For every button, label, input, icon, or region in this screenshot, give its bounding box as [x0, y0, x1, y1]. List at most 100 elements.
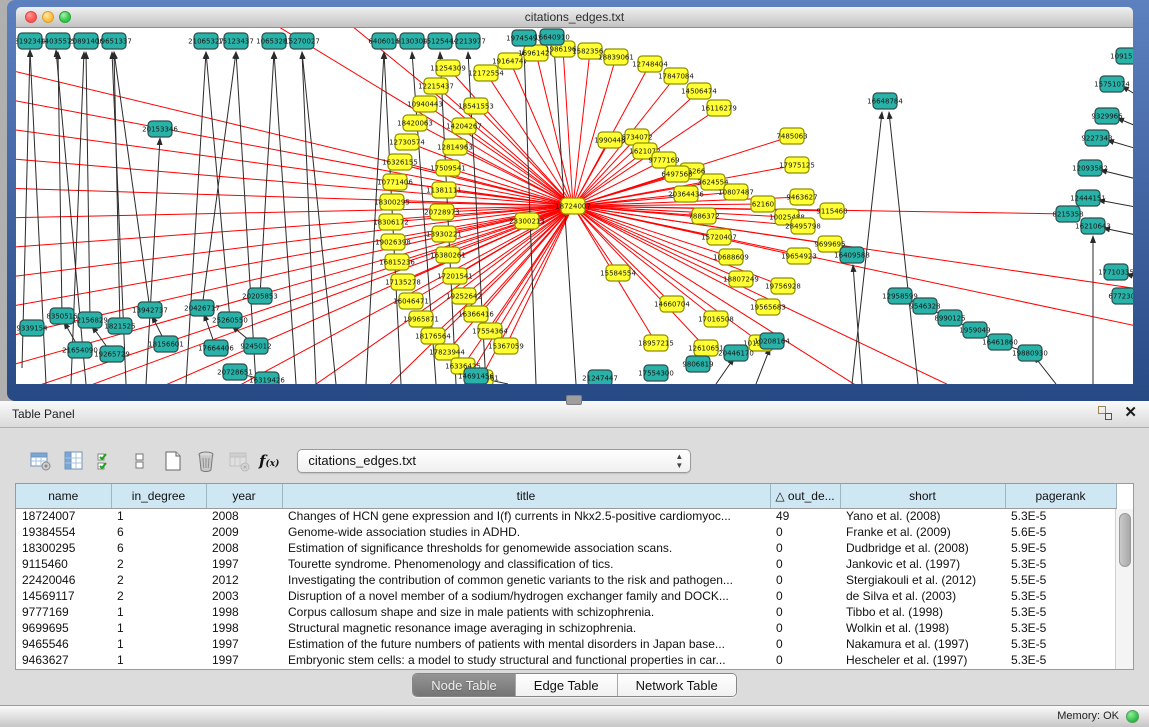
show-columns-icon[interactable]	[61, 448, 87, 474]
graph-node[interactable]: 13930221	[426, 226, 462, 242]
graph-node[interactable]: 17201541	[437, 268, 473, 284]
tab-edge-table[interactable]: Edge Table	[515, 674, 617, 696]
table-row[interactable]: 969969511998Structural magnetic resonanc…	[16, 620, 1116, 636]
graph-node[interactable]: 9115460	[816, 203, 847, 219]
graph-node[interactable]: 16046471	[393, 293, 429, 309]
graph-node[interactable]: 16815236	[379, 254, 415, 270]
graph-node[interactable]: 17554300	[638, 365, 674, 381]
graph-node[interactable]: 18957215	[638, 335, 674, 351]
graph-node[interactable]: 21654090	[62, 342, 98, 358]
row-toggle-icon[interactable]	[127, 448, 153, 474]
graph-node[interactable]: 8990125	[934, 310, 965, 326]
graph-node[interactable]: 13942737	[132, 302, 168, 318]
column-header-year[interactable]: year	[206, 484, 282, 508]
table-row[interactable]: 911546021997Tourette syndrome. Phenomeno…	[16, 556, 1116, 572]
graph-node[interactable]: 9339154	[16, 320, 48, 336]
graph-node[interactable]: 12213977	[450, 33, 486, 49]
graph-node[interactable]: 19756928	[765, 278, 801, 294]
graph-node[interactable]: 14506474	[681, 83, 717, 99]
graph-node[interactable]: 7886372	[688, 208, 719, 224]
graph-node[interactable]: 17710335	[1098, 264, 1133, 280]
graph-node[interactable]: 17975125	[779, 157, 815, 173]
graph-node[interactable]: 19026398	[375, 234, 411, 250]
graph-node[interactable]: 15720407	[701, 229, 737, 245]
delete-column-icon[interactable]	[193, 448, 219, 474]
graph-node[interactable]: 20728651	[217, 364, 253, 380]
graph-node[interactable]: 20728973	[424, 204, 460, 220]
graph-node[interactable]: 19651337	[96, 33, 132, 49]
close-button[interactable]	[25, 11, 37, 23]
graph-node[interactable]: 1821525	[104, 318, 135, 334]
graph-node[interactable]: 12610651	[688, 340, 724, 356]
graph-node[interactable]: 6406016	[368, 33, 400, 49]
graph-node[interactable]: 62160	[751, 196, 775, 212]
graph-node[interactable]: 8215358	[1052, 206, 1083, 222]
column-header-out-de-[interactable]: △ out_de...	[770, 484, 840, 508]
table-scrollbar-thumb[interactable]	[1119, 513, 1131, 567]
graph-node[interactable]: 19654923	[781, 248, 817, 264]
column-header-short[interactable]: short	[840, 484, 1005, 508]
graph-node[interactable]: 11254309	[430, 60, 466, 76]
graph-node[interactable]: 17016508	[698, 311, 734, 327]
delete-table-disabled-icon[interactable]	[226, 448, 252, 474]
graph-node[interactable]: 12215437	[418, 78, 454, 94]
table-selector-dropdown[interactable]: citations_edges.txt ▲▼	[297, 449, 691, 473]
graph-node[interactable]: 12730574	[389, 134, 425, 150]
graph-node[interactable]: 14035575	[40, 33, 76, 49]
graph-node[interactable]: 21065327	[188, 33, 224, 49]
table-row[interactable]: 1938455462009Genome-wide association stu…	[16, 524, 1116, 540]
graph-node[interactable]: 16210643	[1075, 218, 1111, 234]
tab-network-table[interactable]: Network Table	[617, 674, 736, 696]
minimize-button[interactable]	[42, 11, 54, 23]
graph-node[interactable]: 9245012	[240, 338, 271, 354]
column-header-pagerank[interactable]: pagerank	[1005, 484, 1116, 508]
new-column-icon[interactable]	[160, 448, 186, 474]
graph-node[interactable]: 1959049	[959, 322, 990, 338]
graph-node[interactable]: 12093582	[1072, 160, 1108, 176]
graph-node[interactable]: 19880930	[1012, 345, 1048, 361]
graph-node[interactable]: 15123437	[218, 33, 254, 49]
splitter-handle[interactable]	[566, 395, 582, 405]
table-settings-icon[interactable]	[28, 448, 54, 474]
graph-node[interactable]: 16319426	[249, 372, 285, 384]
graph-node[interactable]: 20891406	[68, 33, 104, 49]
graph-node[interactable]: 19745493	[506, 30, 542, 46]
graph-node[interactable]: 9546328	[909, 298, 940, 314]
graph-node[interactable]: 9463627	[786, 189, 817, 205]
table-row[interactable]: 1872400712008Changes of HCN gene express…	[16, 508, 1116, 524]
table-row[interactable]: 977716911998Corpus callosum shape and si…	[16, 604, 1116, 620]
tab-node-table[interactable]: Node Table	[413, 674, 515, 696]
column-checklist-icon[interactable]	[94, 448, 120, 474]
column-header-in-degree[interactable]: in_degree	[111, 484, 206, 508]
table-row[interactable]: 1830029562008Estimation of significance …	[16, 540, 1116, 556]
zoom-button[interactable]	[59, 11, 71, 23]
graph-node[interactable]: 10688609	[713, 249, 749, 265]
graph-node[interactable]: 8350516	[46, 308, 78, 324]
graph-node[interactable]: 16116279	[701, 100, 737, 116]
graph-node[interactable]: 1990448	[594, 132, 625, 148]
graph-node[interactable]: 15125444	[422, 33, 458, 49]
graph-node[interactable]: 19565683	[750, 299, 786, 315]
graph-node[interactable]: 18541553	[458, 98, 494, 114]
table-scrollbar[interactable]	[1115, 509, 1133, 669]
graph-node[interactable]: 6772301	[1108, 288, 1133, 304]
table-row[interactable]: 946362711997Embryonic stem cells: a mode…	[16, 652, 1116, 668]
graph-node[interactable]: 15823564	[572, 43, 608, 59]
graph-node[interactable]: 7485063	[776, 128, 807, 144]
graph-node[interactable]: 16648784	[867, 93, 903, 109]
graph-node[interactable]: 8130304	[396, 33, 428, 49]
graph-node[interactable]: 20426717	[184, 300, 220, 316]
table-row[interactable]: 2242004622012Investigating the contribut…	[16, 572, 1116, 588]
graph-node[interactable]: 10915014	[1110, 48, 1133, 64]
window-titlebar[interactable]: citations_edges.txt	[16, 7, 1133, 28]
graph-node[interactable]: 18300295	[374, 194, 410, 210]
graph-node[interactable]: 10653287	[256, 33, 292, 49]
graph-node[interactable]: 15367059	[488, 338, 524, 354]
function-builder-icon[interactable]: f(x)	[259, 452, 279, 470]
network-canvas[interactable]: 1125430912215437109404431842006312730574…	[16, 28, 1133, 384]
graph-node[interactable]: 15751074	[1094, 76, 1130, 92]
graph-node[interactable]: 15270027	[284, 33, 320, 49]
column-header-title[interactable]: title	[282, 484, 770, 508]
graph-node[interactable]: 21247447	[582, 370, 618, 384]
graph-node[interactable]: 9806819	[682, 356, 713, 372]
